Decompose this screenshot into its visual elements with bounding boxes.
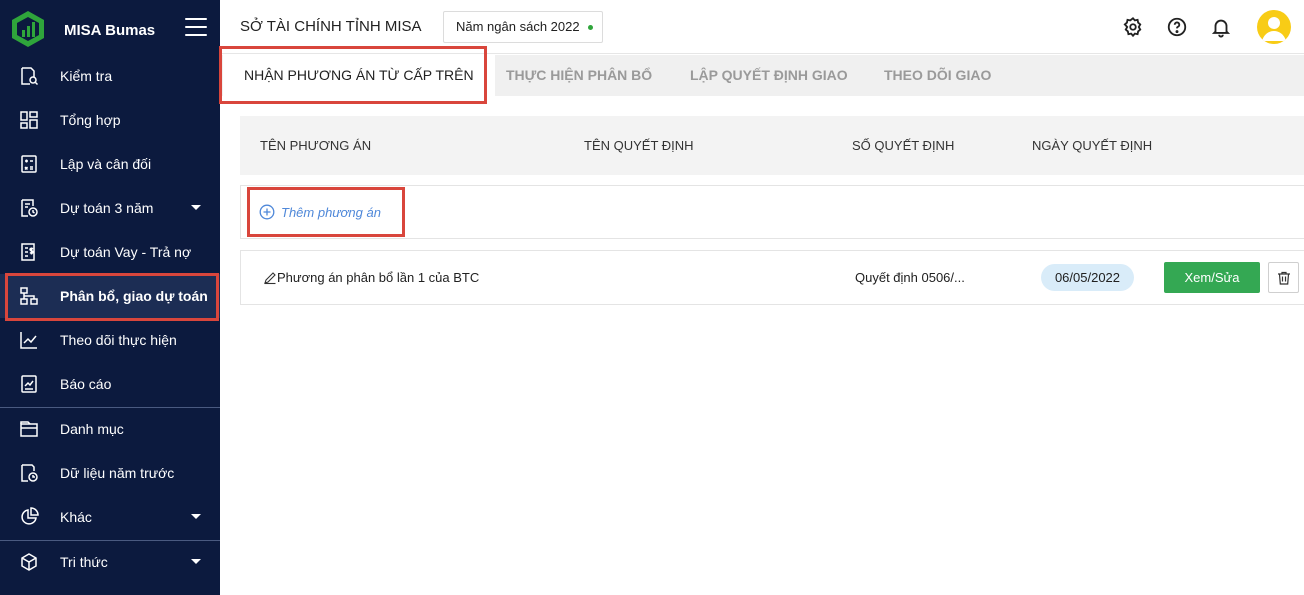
sidebar-item-tri-thuc[interactable]: Tri thức xyxy=(0,540,220,584)
table-header: TÊN PHƯƠNG ÁN TÊN QUYẾT ĐỊNH SỐ QUYẾT ĐỊ… xyxy=(240,116,1304,175)
sidebar-item-bao-cao[interactable]: Báo cáo xyxy=(0,362,220,406)
pie-chart-icon xyxy=(21,507,39,525)
line-chart-icon xyxy=(20,332,37,349)
sidebar-item-label: Dự toán Vay - Trả nợ xyxy=(60,244,192,260)
avatar[interactable] xyxy=(1257,10,1291,44)
sidebar-item-label: Dự toán 3 năm xyxy=(60,200,154,216)
tab-label: NHẬN PHƯƠNG ÁN TỪ CẤP TRÊN xyxy=(244,67,474,83)
help-icon[interactable] xyxy=(1166,16,1188,38)
plan-name-cell: Phương án phân bổ lần 1 của BTC xyxy=(263,270,479,285)
sidebar-item-label: Kiểm tra xyxy=(60,68,113,84)
tab-label: THEO DÕI GIAO xyxy=(884,67,992,83)
tab-label: LẬP QUYẾT ĐỊNH GIAO xyxy=(690,67,848,83)
sidebar-item-label: Danh mục xyxy=(60,421,124,437)
sidebar-item-lap-va-can-doi[interactable]: Lập và cân đối xyxy=(0,142,220,186)
user-icon xyxy=(1262,17,1286,41)
bell-icon[interactable] xyxy=(1210,16,1232,38)
money-document-icon xyxy=(21,243,35,261)
sidebar-item-theo-doi-thuc-hien[interactable]: Theo dõi thực hiện xyxy=(0,318,220,362)
sidebar-item-label: Tri thức xyxy=(60,554,108,570)
sidebar-item-du-lieu-nam-truoc[interactable]: Dữ liệu năm trước xyxy=(0,451,220,495)
tab-thuc-hien-phan-bo[interactable]: THỰC HIỆN PHÂN BỔ xyxy=(506,55,652,96)
sidebar-item-label: Theo dõi thực hiện xyxy=(60,332,177,348)
tab-theo-doi-giao[interactable]: THEO DÕI GIAO xyxy=(884,55,991,96)
budget-year-label: Năm ngân sách 2022 xyxy=(456,19,580,34)
sidebar-item-label: Báo cáo xyxy=(60,376,112,392)
column-header: SỐ QUYẾT ĐỊNH xyxy=(852,138,955,153)
add-plan-button[interactable]: Thêm phương án xyxy=(259,204,381,220)
decision-number: Quyết định 0506/... xyxy=(855,270,965,285)
sidebar-item-du-toan-vay-tra-no[interactable]: Dự toán Vay - Trả nợ xyxy=(0,230,220,274)
column-header: TÊN PHƯƠNG ÁN xyxy=(260,138,372,153)
tab-label: THỰC HIỆN PHÂN BỔ xyxy=(506,67,653,83)
table-row: Phương án phân bổ lần 1 của BTC Quyết đị… xyxy=(240,250,1304,305)
trash-icon xyxy=(1277,271,1290,285)
calculator-icon xyxy=(21,155,37,173)
folder-icon xyxy=(20,421,38,437)
edit-pencil-icon[interactable] xyxy=(263,271,277,285)
plus-circle-icon xyxy=(259,204,275,220)
sidebar-item-du-toan-3-nam[interactable]: Dự toán 3 năm xyxy=(0,186,220,230)
status-dot-icon xyxy=(588,25,593,30)
sidebar-item-danh-muc[interactable]: Danh mục xyxy=(0,407,220,451)
dashboard-grid-icon xyxy=(20,111,38,129)
search-document-icon xyxy=(21,67,39,86)
sidebar-item-label: Phân bổ, giao dự toán xyxy=(60,288,208,304)
chevron-down-icon xyxy=(191,514,201,519)
hamburger-menu-icon[interactable] xyxy=(185,18,207,38)
add-plan-row: Thêm phương án xyxy=(240,185,1304,239)
column-header: NGÀY QUYẾT ĐỊNH xyxy=(1032,138,1153,153)
header: SỞ TÀI CHÍNH TỈNH MISA Năm ngân sách 202… xyxy=(220,0,1304,54)
document-clock-icon xyxy=(21,199,38,217)
chevron-down-icon xyxy=(191,559,201,564)
brand-name: MISA Bumas xyxy=(64,22,156,39)
sidebar-item-label: Dữ liệu năm trước xyxy=(60,465,175,481)
sidebar-item-kiem-tra[interactable]: Kiểm tra xyxy=(0,54,220,98)
sidebar-item-label: Khác xyxy=(60,509,92,525)
sidebar: MISA Bumas Kiểm tra Tổng hợp Lập và cân … xyxy=(0,0,220,595)
add-plan-label: Thêm phương án xyxy=(281,204,381,220)
gear-icon[interactable] xyxy=(1122,16,1144,38)
sidebar-item-label: Lập và cân đối xyxy=(60,156,152,172)
org-name: SỞ TÀI CHÍNH TỈNH MISA xyxy=(240,18,422,35)
decision-date-badge: 06/05/2022 xyxy=(1041,264,1134,291)
chevron-down-icon xyxy=(191,205,201,210)
tab-nhan-phuong-an[interactable]: NHẬN PHƯƠNG ÁN TỪ CẤP TRÊN xyxy=(223,55,495,96)
budget-year-select[interactable]: Năm ngân sách 2022 xyxy=(443,11,603,43)
column-header: TÊN QUYẾT ĐỊNH xyxy=(584,138,694,153)
plan-name: Phương án phân bổ lần 1 của BTC xyxy=(277,270,480,285)
view-edit-button[interactable]: Xem/Sửa xyxy=(1164,262,1260,293)
tab-lap-quyet-dinh-giao[interactable]: LẬP QUYẾT ĐỊNH GIAO xyxy=(690,55,848,96)
misa-logo-icon xyxy=(12,11,44,47)
sidebar-item-label: Tổng hợp xyxy=(60,112,121,128)
sidebar-item-tong-hop[interactable]: Tổng hợp xyxy=(0,98,220,142)
sidebar-item-khac[interactable]: Khác xyxy=(0,495,220,539)
sidebar-item-phan-bo-giao-du-toan[interactable]: Phân bổ, giao dự toán xyxy=(0,274,220,318)
tab-bar: NHẬN PHƯƠNG ÁN TỪ CẤP TRÊN THỰC HIỆN PHÂ… xyxy=(220,55,1304,96)
hierarchy-icon xyxy=(20,287,38,305)
brand: MISA Bumas xyxy=(0,0,220,58)
history-document-icon xyxy=(21,464,38,482)
cube-icon xyxy=(21,553,37,571)
report-icon xyxy=(21,375,37,393)
delete-button[interactable] xyxy=(1268,262,1299,293)
